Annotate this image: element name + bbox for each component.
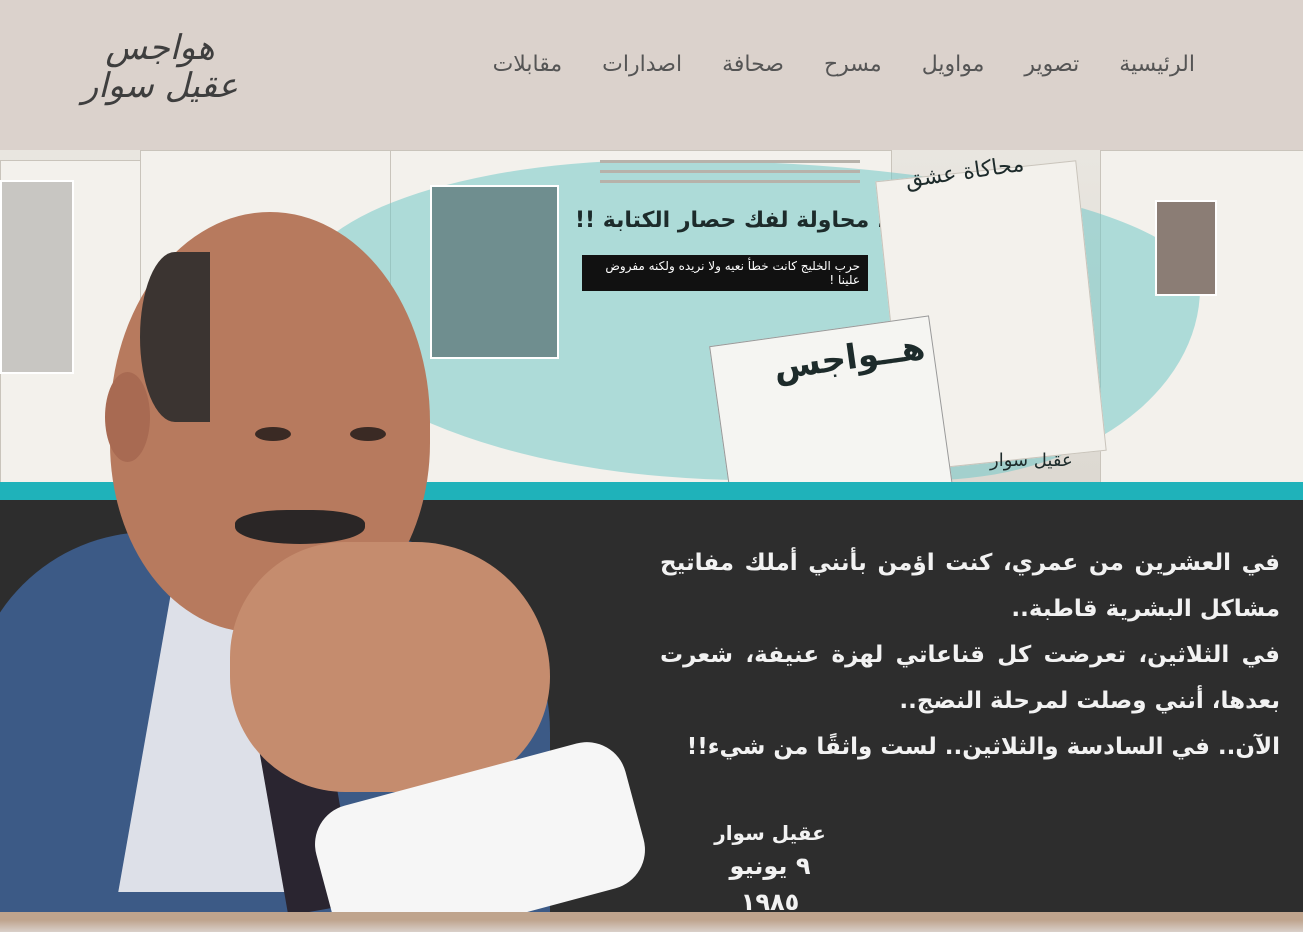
book-title: هــواجس xyxy=(771,327,928,389)
portrait-eye xyxy=(255,427,291,441)
portrait-mustache xyxy=(235,510,365,544)
quote-date: ٩ يونيو ١٩٨٥ xyxy=(729,852,811,912)
portrait-eye xyxy=(350,427,386,441)
quote-block: في العشرين من عمري، كنت اؤمن بأنني أملك … xyxy=(660,540,1280,770)
nav-item-interviews[interactable]: مقابلات xyxy=(493,52,563,77)
quote-line: الآن.. في السادسة والثلاثين.. لست واثقًا… xyxy=(686,734,1280,760)
quote-signature: عقيل سوار ٩ يونيو ١٩٨٥ xyxy=(700,818,840,912)
site-header: هواجس عقيل سوار الرئيسية تصوير مواويل مس… xyxy=(0,0,1303,150)
nav-item-photography[interactable]: تصوير xyxy=(1024,52,1079,77)
portrait-ear xyxy=(105,372,150,462)
author-portrait xyxy=(0,212,650,912)
bottom-strip xyxy=(0,912,1303,932)
nav-item-publications[interactable]: اصدارات xyxy=(602,52,682,77)
quote-line: في الثلاثين، تعرضت كل قناعاتي لهزة عنيفة… xyxy=(660,642,1280,714)
text-line xyxy=(600,160,860,163)
nav-item-mawawil[interactable]: مواويل xyxy=(922,52,985,77)
quote-line: في العشرين من عمري، كنت اؤمن بأنني أملك … xyxy=(660,550,1280,622)
nav-item-home[interactable]: الرئيسية xyxy=(1119,52,1195,77)
nav-item-theatre[interactable]: مسرح xyxy=(824,52,882,77)
hero-section: الموال، محاولة لفك حصار الكتابة !! حرب ا… xyxy=(0,150,1303,912)
book-cover-author: عقيل سوار xyxy=(990,450,1073,471)
text-line xyxy=(600,170,860,173)
site-logo[interactable]: هواجس عقيل سوار xyxy=(80,26,240,130)
text-line xyxy=(600,180,860,183)
logo-author: عقيل سوار xyxy=(81,66,239,106)
main-nav: الرئيسية تصوير مواويل مسرح صحافة اصدارات… xyxy=(493,44,1195,84)
book-cover-hawajes: هــواجس xyxy=(709,315,953,500)
portrait-hands xyxy=(230,542,550,792)
portrait-hair xyxy=(140,252,210,422)
newspaper-small-photo xyxy=(1155,200,1217,296)
quote-author: عقيل سوار xyxy=(714,821,826,845)
nav-item-journalism[interactable]: صحافة xyxy=(722,52,784,77)
